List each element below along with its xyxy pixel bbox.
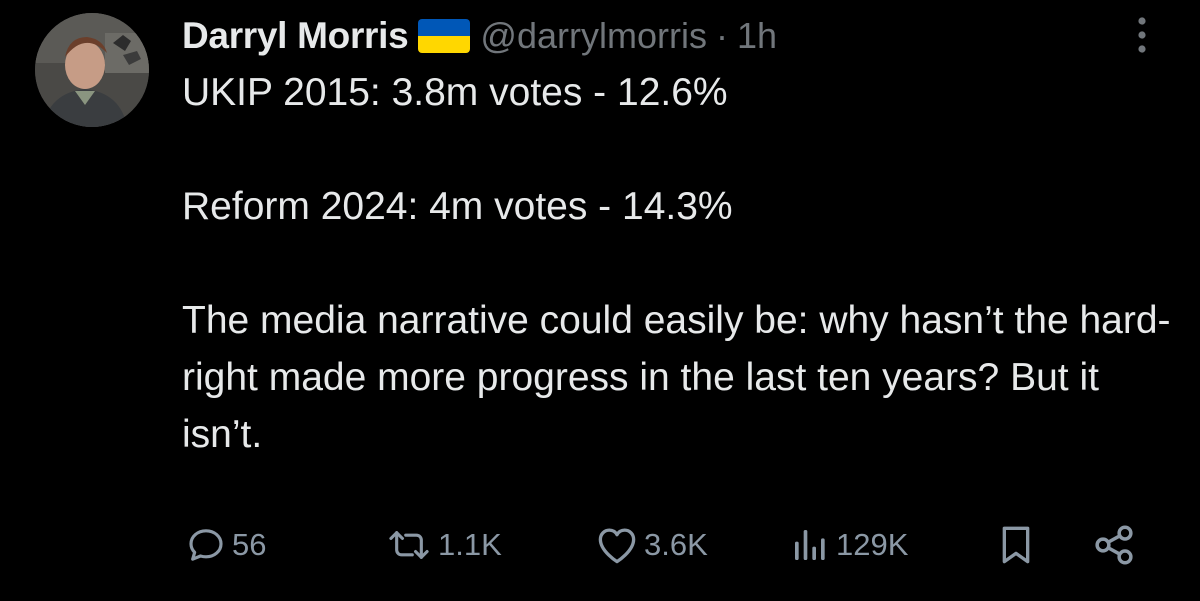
timestamp[interactable]: 1h	[737, 15, 777, 57]
user-handle[interactable]: @darrylmorris	[480, 15, 707, 57]
ukraine-flag-icon	[418, 19, 471, 53]
separator-dot: ·	[715, 15, 728, 56]
tweet-line-reform: Reform 2024: 4m votes - 14.3%	[182, 185, 733, 228]
reply-count: 56	[232, 527, 267, 562]
more-options-button[interactable]	[1124, 10, 1160, 60]
tweet-line-ukip: UKIP 2015: 3.8m votes - 12.6%	[182, 71, 728, 114]
reply-button[interactable]: 56	[186, 515, 266, 575]
avatar-photo	[35, 13, 149, 127]
reply-icon	[186, 525, 226, 565]
tweet-text: UKIP 2015: 3.8m votes - 12.6% Reform 202…	[182, 64, 1172, 463]
tweet: Darryl Morris @darrylmorris · 1h UKIP 20…	[0, 0, 1200, 601]
action-bar: 56 1.1K 3.6K 129K	[0, 515, 1200, 575]
repost-count: 1.1K	[438, 527, 502, 562]
repost-button[interactable]: 1.1K	[386, 515, 502, 575]
views-button[interactable]: 129K	[790, 515, 908, 575]
bookmark-button[interactable]	[996, 515, 1036, 575]
tweet-header: Darryl Morris @darrylmorris · 1h	[182, 10, 777, 62]
more-vertical-icon	[1138, 17, 1146, 53]
like-button[interactable]: 3.6K	[596, 515, 708, 575]
display-name[interactable]: Darryl Morris	[182, 15, 409, 57]
share-icon	[1092, 523, 1136, 567]
tweet-line-narrative: The media narrative could easily be: why…	[182, 299, 1171, 456]
avatar[interactable]	[35, 13, 149, 127]
bookmark-icon	[996, 523, 1036, 567]
like-count: 3.6K	[644, 527, 708, 562]
repost-icon	[386, 525, 432, 565]
share-button[interactable]	[1092, 515, 1136, 575]
heart-icon	[596, 525, 638, 565]
views-chart-icon	[790, 525, 830, 565]
view-count: 129K	[836, 527, 909, 562]
